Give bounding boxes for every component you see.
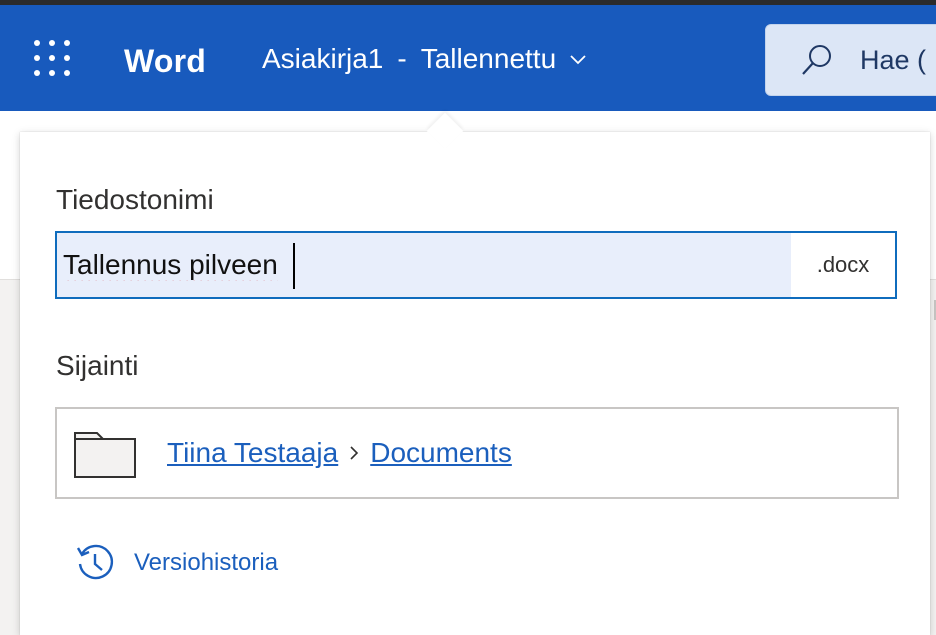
document-title-button[interactable]: Asiakirja1 - Tallennettu bbox=[262, 43, 588, 75]
version-history-label: Versiohistoria bbox=[134, 549, 279, 576]
filename-label: Tiedostonimi bbox=[56, 184, 214, 215]
title-separator: - bbox=[397, 43, 407, 74]
version-history-link[interactable]: Versiohistoria bbox=[74, 542, 278, 584]
search-icon bbox=[802, 45, 831, 75]
breadcrumb: Tiina Testaaja Documents bbox=[167, 437, 512, 469]
location-label: Sijainti bbox=[56, 350, 139, 381]
app-launcher-icon[interactable] bbox=[34, 40, 70, 76]
history-icon bbox=[76, 544, 114, 580]
filename-field[interactable]: .docx bbox=[55, 231, 897, 299]
breadcrumb-documents[interactable]: Documents bbox=[370, 437, 512, 469]
breadcrumb-user[interactable]: Tiina Testaaja bbox=[167, 437, 338, 469]
search-label: Hae ( bbox=[860, 44, 927, 75]
chevron-down-icon bbox=[570, 55, 586, 65]
folder-icon bbox=[74, 432, 136, 478]
app-header-bar: Word Asiakirja1 - Tallennettu Hae ( bbox=[0, 5, 936, 111]
save-status: Tallennettu bbox=[420, 43, 557, 74]
text-caret bbox=[293, 243, 295, 289]
chevron-right-icon bbox=[350, 446, 359, 460]
filename-input[interactable] bbox=[57, 233, 791, 297]
app-name[interactable]: Word bbox=[124, 43, 206, 80]
file-extension: .docx bbox=[791, 233, 895, 297]
search-box[interactable]: Hae ( bbox=[765, 24, 936, 96]
document-name: Asiakirja1 bbox=[262, 43, 384, 74]
file-name-callout: Tiedostonimi .docx Sijainti Tiina Testaa… bbox=[20, 112, 930, 635]
location-picker[interactable]: Tiina Testaaja Documents bbox=[55, 407, 899, 499]
